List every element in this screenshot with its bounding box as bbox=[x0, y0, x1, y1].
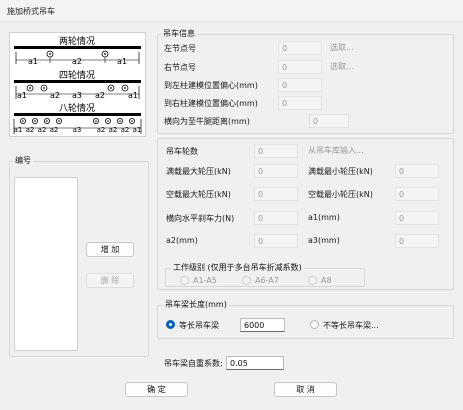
beam-length-legend: 吊车梁长度(mm) bbox=[163, 299, 229, 310]
two-wheel-dim: a2 bbox=[72, 57, 82, 66]
four-wheel-dim: a3 bbox=[72, 91, 82, 100]
right-offset-label: 到右柱建模位置偏心(mm) bbox=[164, 99, 258, 108]
full-min-field[interactable]: 0 bbox=[395, 164, 439, 178]
crane-info-legend: 吊车信息 bbox=[161, 28, 197, 39]
delete-button[interactable]: 删 除 bbox=[86, 273, 134, 288]
a1-field[interactable]: 0 bbox=[395, 211, 439, 225]
equal-beam-label: 等长吊车梁 bbox=[179, 321, 219, 330]
work-level-a6-a7-radio[interactable] bbox=[242, 276, 251, 285]
two-wheel-title: 两轮情况 bbox=[59, 35, 95, 47]
equal-beam-length-input[interactable]: 6000 bbox=[240, 318, 285, 332]
left-offset-label: 到左柱建模位置偏心(mm) bbox=[164, 81, 258, 90]
four-wheel-beam bbox=[14, 80, 141, 83]
empty-max-field[interactable]: 0 bbox=[254, 187, 298, 201]
four-wheel-dim: a1 bbox=[17, 91, 27, 100]
work-level-a6-a7-label: A6-A7 bbox=[255, 276, 279, 285]
a3-field[interactable]: 0 bbox=[395, 234, 439, 248]
eight-wheel-dim: a2 bbox=[50, 126, 59, 134]
ok-button[interactable]: 确 定 bbox=[125, 382, 188, 397]
four-wheel-title: 四轮情况 bbox=[59, 69, 95, 81]
two-wheel-dim: a1 bbox=[28, 57, 38, 66]
self-weight-input[interactable]: 0.05 bbox=[226, 356, 284, 370]
left-node-label: 左节点号 bbox=[164, 44, 196, 53]
four-wheel-dim: a2 bbox=[50, 91, 60, 100]
work-level-a1-a5-radio[interactable] bbox=[180, 276, 189, 285]
wheel-count-label: 吊车轮数 bbox=[166, 147, 198, 156]
a1-label: a1(mm) bbox=[308, 213, 340, 222]
eight-wheel-dim: a3 bbox=[73, 126, 82, 134]
wheel-diagram: 两轮情况 a1 a2 a1 四轮情况 a1 a2 a3 a2 a1 八轮情况 a… bbox=[9, 32, 146, 137]
unequal-beam-radio[interactable] bbox=[310, 320, 319, 329]
eight-wheel-dim: a2 bbox=[26, 126, 35, 134]
brake-force-field[interactable]: 0 bbox=[254, 211, 298, 225]
right-node-field[interactable]: 0 bbox=[278, 60, 322, 74]
work-level-a8-radio[interactable] bbox=[308, 276, 317, 285]
two-wheel-dim: a1 bbox=[117, 57, 127, 66]
window-title: 施加桥式吊车 bbox=[7, 7, 55, 16]
a2-field[interactable]: 0 bbox=[254, 234, 298, 248]
full-max-label: 满载最大轮压(kN) bbox=[166, 167, 231, 176]
right-node-label: 右节点号 bbox=[164, 63, 196, 72]
equal-beam-radio[interactable] bbox=[166, 320, 175, 329]
full-max-field[interactable]: 0 bbox=[254, 164, 298, 178]
empty-min-field[interactable]: 0 bbox=[395, 187, 439, 201]
left-node-pick-button[interactable]: 选取... bbox=[330, 41, 374, 56]
empty-min-label: 空载最小轮压(kN) bbox=[308, 190, 373, 199]
numbering-legend: 编号 bbox=[13, 155, 33, 166]
corbel-distance-field[interactable]: 0 bbox=[309, 114, 349, 128]
numbering-list[interactable] bbox=[14, 177, 78, 351]
title-bar: 施加桥式吊车 bbox=[0, 0, 463, 22]
work-level-a1-a5-label: A1-A5 bbox=[193, 276, 217, 285]
two-wheel-beam bbox=[14, 46, 141, 49]
a3-label: a3(mm) bbox=[308, 236, 340, 245]
right-offset-field[interactable]: 0 bbox=[278, 96, 322, 110]
eight-wheel-dim: a2 bbox=[38, 126, 47, 134]
four-wheel-dim: a1 bbox=[128, 91, 138, 100]
a2-label: a2(mm) bbox=[166, 236, 198, 245]
work-level-a8-label: A8 bbox=[321, 276, 332, 285]
eight-wheel-dim: a2 bbox=[121, 126, 130, 134]
eight-wheel-dim: a1 bbox=[14, 126, 23, 134]
self-weight-label: 吊车梁自重系数: bbox=[164, 359, 223, 368]
eight-wheel-dim: a2 bbox=[109, 126, 118, 134]
empty-max-label: 空载最大轮压(kN) bbox=[166, 190, 231, 199]
eight-wheel-dim: a2 bbox=[97, 126, 106, 134]
add-button[interactable]: 增 加 bbox=[86, 242, 134, 257]
eight-wheel-title: 八轮情况 bbox=[59, 102, 95, 114]
work-level-legend: 工作级别 (仅用于多台吊车折减系数) bbox=[171, 262, 304, 273]
wheel-diagram-svg: 两轮情况 a1 a2 a1 四轮情况 a1 a2 a3 a2 a1 八轮情况 a… bbox=[14, 35, 142, 134]
right-node-pick-button[interactable]: 选取... bbox=[330, 60, 374, 75]
full-min-label: 满载最小轮压(kN) bbox=[308, 167, 373, 176]
cancel-button[interactable]: 取 消 bbox=[274, 382, 337, 397]
four-wheel-dim: a2 bbox=[95, 91, 105, 100]
left-offset-field[interactable]: 0 bbox=[278, 78, 322, 92]
brake-force-label: 横向水平刹车力(N) bbox=[166, 214, 235, 223]
unequal-beam-label[interactable]: 不等长吊车梁... bbox=[323, 320, 379, 331]
eight-wheel-beam bbox=[14, 113, 141, 116]
eight-wheel-dim: a1 bbox=[133, 126, 142, 134]
left-node-field[interactable]: 0 bbox=[278, 41, 322, 55]
from-library-button[interactable]: 从吊车库输入... bbox=[308, 144, 386, 159]
corbel-distance-label: 横向为至牛腿距离(mm) bbox=[164, 117, 250, 126]
wheel-count-field[interactable]: 0 bbox=[254, 144, 298, 158]
